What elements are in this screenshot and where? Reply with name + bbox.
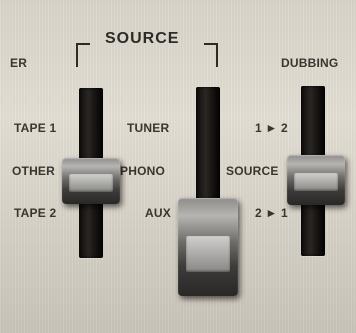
label-dub-1-to-2: 1 ► 2	[255, 121, 288, 135]
label-phono: PHONO	[120, 164, 166, 178]
audio-panel-photo: ER SOURCE DUBBING TAPE 1 OTHER TAPE 2 TU…	[0, 0, 356, 333]
source-knob-face	[186, 236, 230, 272]
label-dub-2-to-1: 2 ► 1	[255, 206, 288, 220]
label-dub-source: SOURCE	[226, 164, 279, 178]
dubbing-knob-face	[294, 173, 338, 191]
source-title: SOURCE	[105, 30, 180, 47]
label-tape2: TAPE 2	[14, 206, 57, 220]
tape-knob-face	[69, 174, 113, 192]
label-other: OTHER	[12, 164, 55, 178]
source-bracket-right	[204, 43, 218, 67]
label-tape1: TAPE 1	[14, 121, 57, 135]
source-switch-knob[interactable]	[178, 198, 238, 296]
edge-label: ER	[10, 56, 28, 70]
dubbing-title: DUBBING	[281, 56, 339, 70]
dubbing-switch-knob[interactable]	[287, 155, 345, 205]
label-aux: AUX	[145, 206, 171, 220]
label-tuner: TUNER	[127, 121, 170, 135]
tape-switch-knob[interactable]	[62, 158, 120, 204]
source-bracket-left	[76, 43, 90, 67]
